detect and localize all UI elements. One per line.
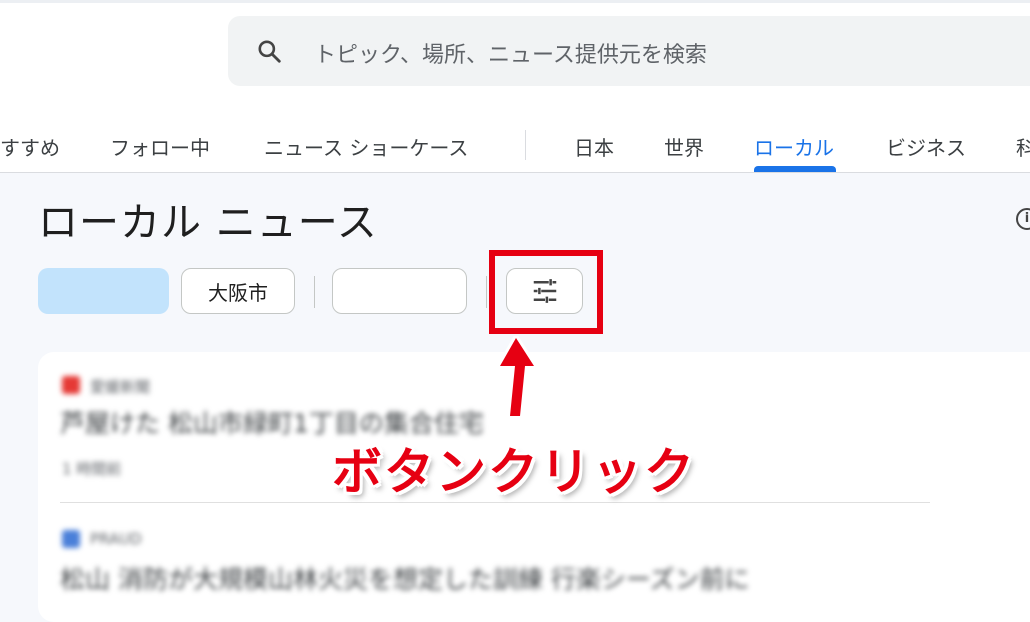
tab-following[interactable]: フォロー中 [110, 132, 210, 161]
card-source: 愛媛新聞 [90, 378, 151, 396]
source-logo-icon [62, 530, 80, 548]
search-box[interactable]: トピック、場所、ニュース提供元を検索 [228, 16, 1030, 86]
search-input-placeholder[interactable]: トピック、場所、ニュース提供元を検索 [314, 37, 707, 69]
card-time: 1 時間前 [62, 460, 122, 478]
page-title: ローカル ニュース [38, 200, 378, 246]
card-headline[interactable]: 松山 消防が大規模山林火災を想定した訓練 行楽シーズン前に [60, 560, 750, 596]
chip-divider [314, 276, 315, 308]
nav-tabs: すすめ フォロー中 ニュース ショーケース 日本 世界 ローカル ビジネス 科 [0, 110, 1030, 173]
tab-news-showcase[interactable]: ニュース ショーケース [264, 132, 468, 161]
nav-divider [525, 130, 526, 160]
info-icon[interactable]: i [1016, 208, 1030, 230]
top-bar: トピック、場所、ニュース提供元を検索 [0, 0, 1030, 110]
location-chip-osaka[interactable]: 大阪市 [181, 268, 295, 314]
tab-science[interactable]: 科 [1016, 132, 1030, 161]
search-icon[interactable] [256, 38, 282, 64]
annotation-text: ボタンクリック [332, 443, 696, 501]
tab-business[interactable]: ビジネス [886, 132, 966, 161]
tab-world[interactable]: 世界 [664, 132, 704, 161]
top-border [0, 0, 1030, 3]
card-source: PRAUD [90, 530, 142, 548]
source-logo-icon [62, 376, 80, 394]
annotation-highlight-box [489, 250, 603, 334]
location-chip-selected[interactable] [38, 268, 169, 314]
tab-local[interactable]: ローカル [754, 132, 834, 161]
chip-divider [486, 276, 487, 308]
location-chip-blank[interactable] [332, 268, 467, 314]
tab-japan[interactable]: 日本 [574, 132, 614, 161]
active-tab-indicator [754, 166, 836, 172]
tab-recommended[interactable]: すすめ [0, 132, 60, 161]
annotation-arrow-icon [497, 336, 537, 419]
